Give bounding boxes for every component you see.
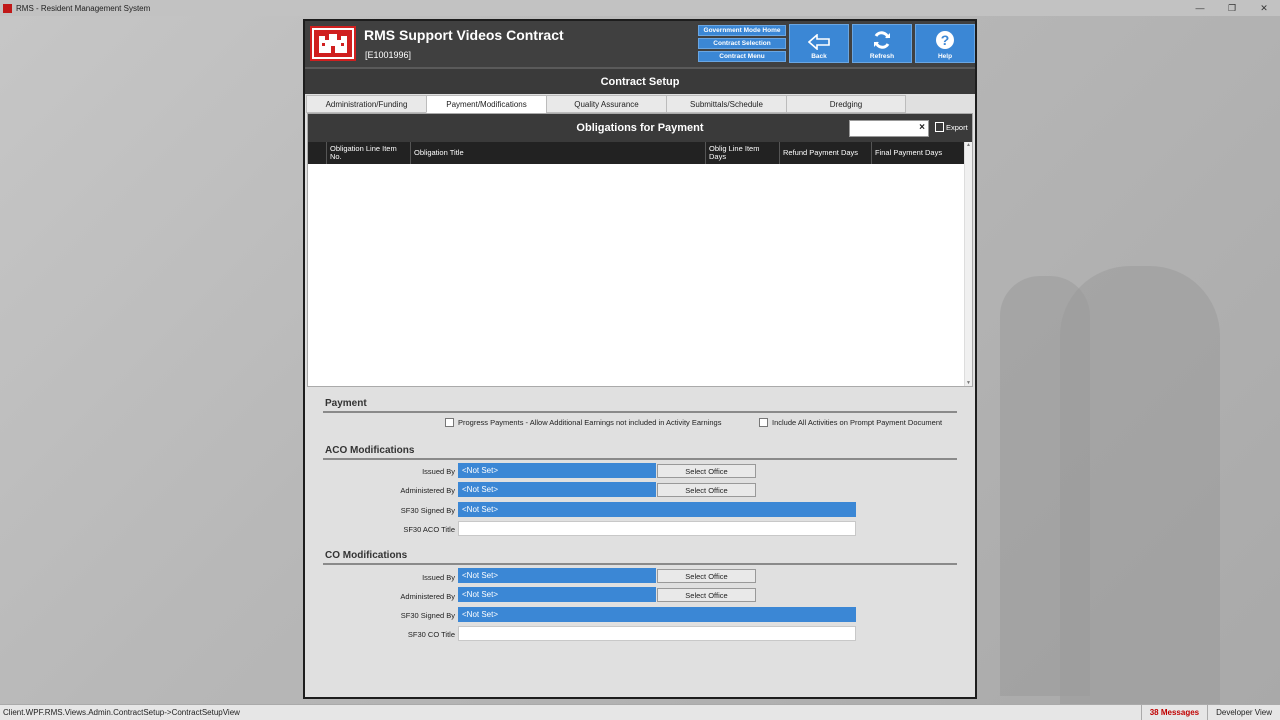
- refresh-button[interactable]: Refresh: [852, 24, 912, 63]
- help-icon: ?: [936, 31, 954, 49]
- app-header: RMS Support Videos Contract [E1001996] G…: [305, 21, 975, 67]
- developer-view-button[interactable]: Developer View: [1207, 705, 1280, 720]
- tab-payment-modifications[interactable]: Payment/Modifications: [426, 95, 546, 113]
- page-title: Contract Setup: [305, 67, 975, 94]
- help-label: Help: [937, 53, 953, 60]
- tab-quality-assurance[interactable]: Quality Assurance: [546, 95, 666, 113]
- government-mode-home-button[interactable]: Government Mode Home: [698, 25, 786, 36]
- background-figure: [1060, 266, 1220, 706]
- aco-issued-by-select[interactable]: <Not Set>: [458, 463, 656, 478]
- aco-administered-by-select-office-button[interactable]: Select Office: [657, 483, 756, 497]
- restore-button[interactable]: ❐: [1216, 0, 1248, 16]
- sf30-co-title-input[interactable]: [458, 626, 856, 641]
- nav-stack: Government Mode Home Contract Selection …: [698, 25, 786, 62]
- tab-dredging[interactable]: Dredging: [786, 95, 906, 113]
- column-obligation-line-item-no[interactable]: Obligation Line Item No.: [326, 142, 410, 164]
- tab-submittals-schedule[interactable]: Submittals/Schedule: [666, 95, 786, 113]
- status-bar: Client.WPF.RMS.Views.Admin.ContractSetup…: [0, 704, 1280, 720]
- window-title: RMS - Resident Management System: [16, 3, 151, 13]
- contract-menu-button[interactable]: Contract Menu: [698, 51, 786, 62]
- co-divider: [323, 563, 957, 565]
- column-refund-payment-days[interactable]: Refund Payment Days: [779, 142, 871, 164]
- payment-heading: Payment: [325, 398, 367, 409]
- export-label: Export: [946, 122, 968, 132]
- minimize-button[interactable]: —: [1184, 0, 1216, 16]
- co-administered-by-select-office-button[interactable]: Select Office: [657, 588, 756, 602]
- grid-scrollbar[interactable]: ▲ ▼: [964, 142, 972, 386]
- co-issued-by-select-office-button[interactable]: Select Office: [657, 569, 756, 583]
- tab-administration-funding[interactable]: Administration/Funding: [306, 95, 426, 113]
- aco-modifications-heading: ACO Modifications: [325, 445, 415, 456]
- aco-divider: [323, 458, 957, 460]
- co-administered-by-select[interactable]: <Not Set>: [458, 587, 656, 602]
- co-issued-by-select[interactable]: <Not Set>: [458, 568, 656, 583]
- aco-sf30-signed-by-label: SF30 Signed By: [400, 506, 455, 515]
- column-obligation-title[interactable]: Obligation Title: [410, 142, 705, 164]
- close-button[interactable]: ✕: [1248, 0, 1280, 16]
- window-titlebar: RMS - Resident Management System — ❐ ✕: [0, 0, 1280, 16]
- aco-administered-by-select[interactable]: <Not Set>: [458, 482, 656, 497]
- window-controls: — ❐ ✕: [1184, 0, 1280, 16]
- contract-selection-button[interactable]: Contract Selection: [698, 38, 786, 49]
- svg-text:?: ?: [941, 32, 950, 48]
- co-sf30-signed-by-select[interactable]: <Not Set>: [458, 607, 856, 622]
- messages-button[interactable]: 38 Messages: [1140, 705, 1207, 720]
- sf30-aco-title-label: SF30 ACO Title: [403, 525, 455, 534]
- back-label: Back: [811, 53, 827, 60]
- co-modifications-heading: CO Modifications: [325, 550, 408, 561]
- payment-divider: [323, 411, 957, 413]
- include-all-activities-box[interactable]: [759, 418, 768, 427]
- grid-header-row: Obligation Line Item No. Obligation Titl…: [308, 142, 964, 164]
- contract-setup-window: RMS Support Videos Contract [E1001996] G…: [303, 19, 977, 699]
- grid-row-selector-header: [308, 142, 326, 164]
- progress-payments-checkbox[interactable]: Progress Payments - Allow Additional Ear…: [445, 418, 721, 427]
- export-icon: [935, 122, 944, 132]
- include-all-activities-label: Include All Activities on Prompt Payment…: [772, 418, 943, 427]
- co-sf30-signed-by-label: SF30 Signed By: [400, 611, 455, 620]
- refresh-label: Refresh: [869, 53, 895, 60]
- export-button[interactable]: Export: [935, 122, 968, 132]
- status-view-path: Client.WPF.RMS.Views.Admin.ContractSetup…: [3, 708, 240, 717]
- app-icon: [3, 3, 12, 13]
- aco-sf30-signed-by-select[interactable]: <Not Set>: [458, 502, 856, 517]
- column-final-payment-days[interactable]: Final Payment Days: [871, 142, 964, 164]
- sf30-co-title-label: SF30 CO Title: [407, 630, 455, 639]
- progress-payments-box[interactable]: [445, 418, 454, 427]
- contract-title: RMS Support Videos Contract: [364, 27, 564, 43]
- help-button[interactable]: ? Help: [915, 24, 975, 63]
- clear-search-icon[interactable]: ×: [919, 122, 925, 133]
- co-administered-by-label: Administered By: [400, 592, 455, 601]
- contract-id: [E1001996]: [365, 50, 412, 60]
- tab-bar: Administration/Funding Payment/Modificat…: [306, 95, 906, 113]
- refresh-icon: [874, 31, 890, 49]
- co-issued-by-label: Issued By: [422, 573, 455, 582]
- progress-payments-label: Progress Payments - Allow Additional Ear…: [458, 418, 722, 427]
- back-arrow-icon: [808, 34, 830, 50]
- usace-logo: [310, 26, 356, 61]
- sf30-aco-title-input[interactable]: [458, 521, 856, 536]
- aco-issued-by-label: Issued By: [422, 467, 455, 476]
- back-button[interactable]: Back: [789, 24, 849, 63]
- column-oblig-line-item-days[interactable]: Oblig Line Item Days: [705, 142, 779, 164]
- include-all-activities-checkbox[interactable]: Include All Activities on Prompt Payment…: [759, 418, 942, 427]
- castle-icon: [319, 33, 347, 53]
- aco-administered-by-label: Administered By: [400, 486, 455, 495]
- obligations-grid: Obligations for Payment × Export Obligat…: [307, 113, 973, 387]
- aco-issued-by-select-office-button[interactable]: Select Office: [657, 464, 756, 478]
- grid-search-input[interactable]: ×: [849, 120, 929, 137]
